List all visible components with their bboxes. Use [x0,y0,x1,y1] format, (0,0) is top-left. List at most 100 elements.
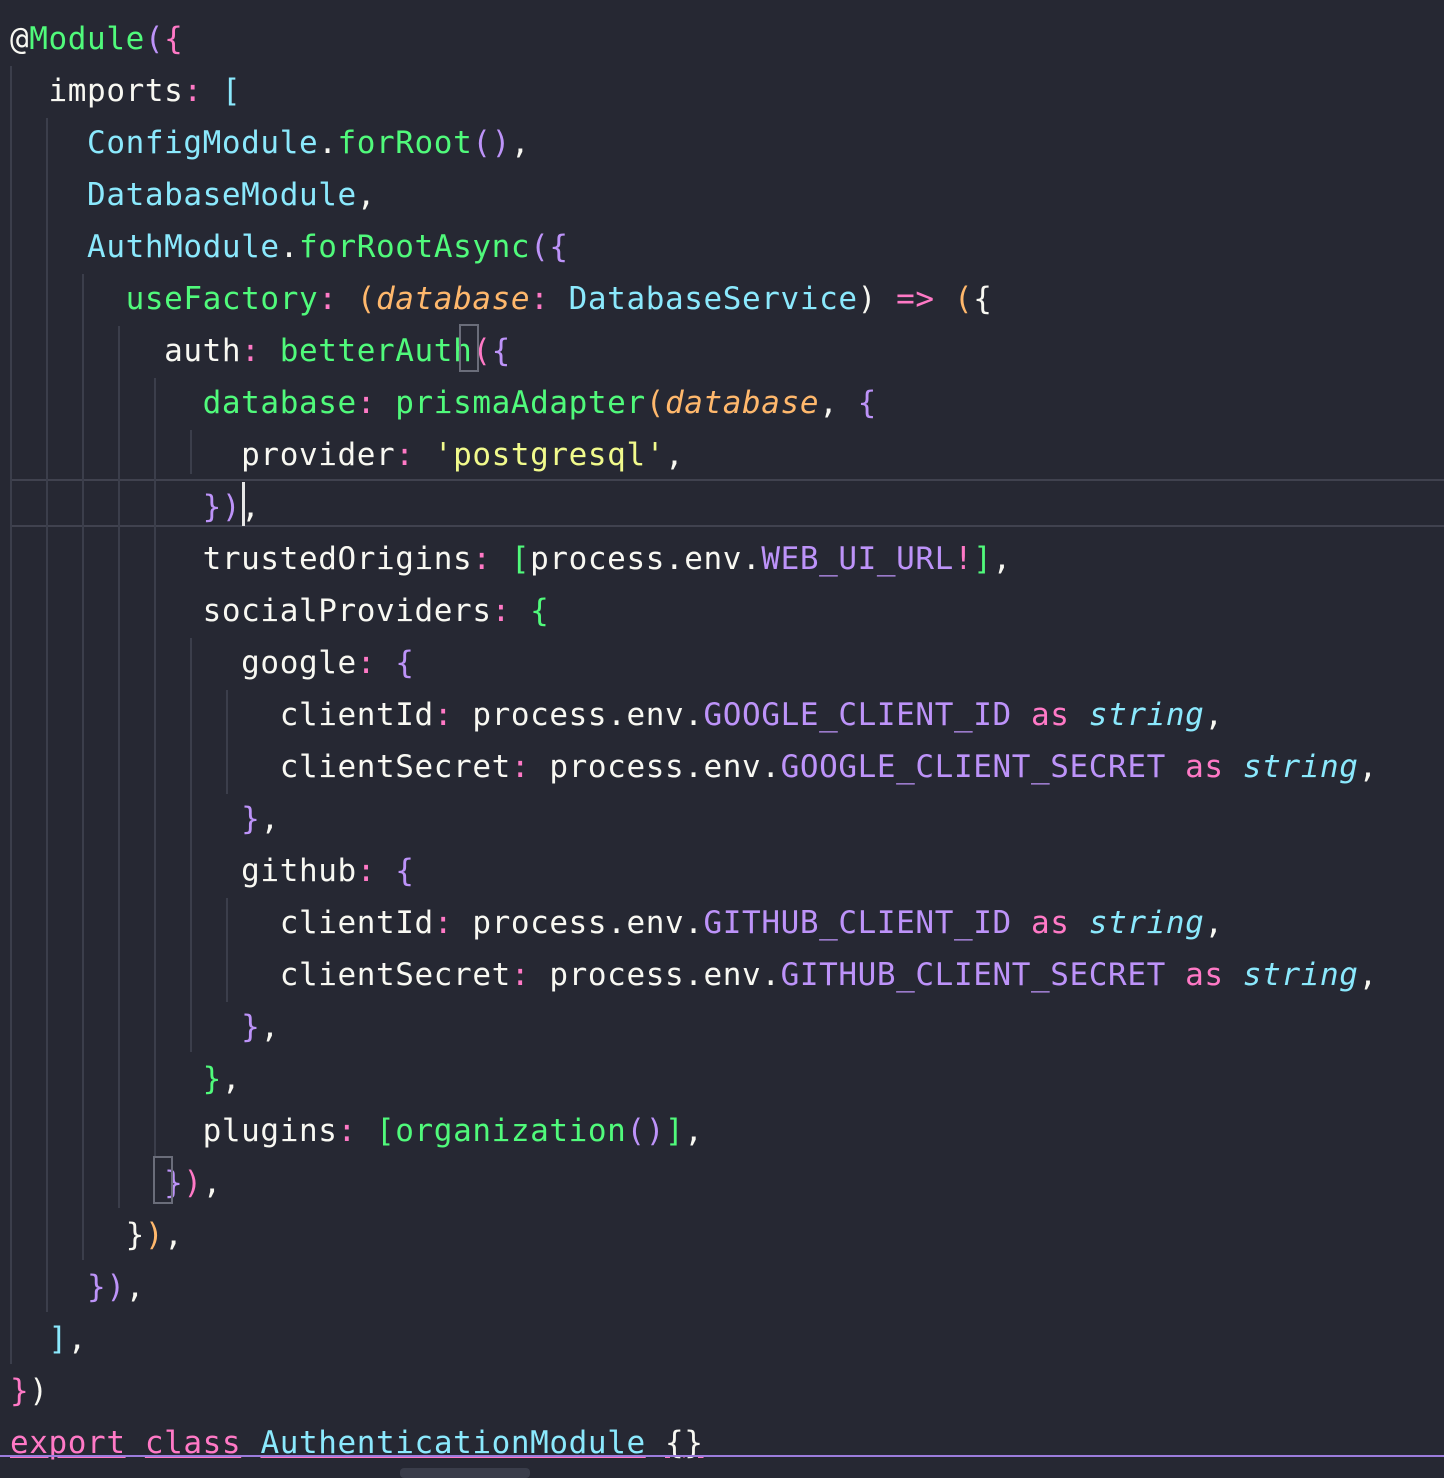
code-token: env [703,749,762,785]
code-line[interactable]: database: prismaAdapter(database, { [10,377,877,429]
code-token: , [684,1113,704,1149]
code-token: ! [953,541,974,577]
code-token: ( [144,21,165,57]
code-line[interactable]: }, [10,1053,241,1105]
code-token: auth [10,333,242,369]
code-line[interactable]: }), [10,481,260,533]
code-token: } [10,1217,145,1253]
code-token: 'postgresql' [433,437,665,473]
code-line[interactable]: ConfigModule.forRoot(), [10,117,530,169]
code-line[interactable]: export class AuthenticationModule {} [10,1417,704,1469]
code-token: { [395,645,415,681]
code-token: process [549,749,685,785]
code-line[interactable]: }), [10,1209,183,1261]
code-token: GOOGLE_CLIENT_SECRET [780,749,1166,785]
code-token: string [1242,749,1359,785]
code-token: string [1088,697,1205,733]
code-line[interactable]: google: { [10,637,415,689]
code-token: as [1031,697,1070,733]
code-token: Module [29,21,145,57]
code-token: . [684,905,704,941]
code-token: clientId [10,905,434,941]
code-line[interactable]: auth: betterAuth({ [10,325,511,377]
code-line[interactable]: trustedOrigins: [process.env.WEB_UI_URL!… [10,533,1012,585]
code-token: , [202,1165,222,1201]
code-token: . [318,125,338,161]
code-line[interactable]: ], [10,1313,87,1365]
code-token: forRoot [337,125,473,161]
code-token: betterAuth [279,333,473,369]
code-line[interactable]: }, [10,793,280,845]
code-line[interactable]: provider: 'postgresql', [10,429,684,481]
code-line[interactable]: clientSecret: process.env.GITHUB_CLIENT_… [10,949,1378,1001]
code-token: ( [645,385,665,421]
code-token: useFactory [10,281,319,317]
code-token: env [703,957,762,993]
code-token: () [472,125,511,161]
code-token: ] [10,1321,68,1357]
code-line[interactable]: socialProviders: { [10,585,549,637]
code-editor[interactable]: @Module({ imports: [ ConfigModule.forRoo… [0,0,1444,1478]
code-token: , [1204,905,1224,941]
code-line[interactable]: AuthModule.forRootAsync({ [10,221,569,273]
code-token: github [10,853,357,889]
code-token: , [1204,697,1224,733]
code-token: } [10,1009,261,1045]
code-line[interactable]: clientId: process.env.GOOGLE_CLIENT_ID a… [10,689,1224,741]
code-token: } [10,1061,222,1097]
code-token: clientSecret [10,749,511,785]
code-line[interactable]: plugins: [organization()], [10,1105,704,1157]
code-token: env [626,905,685,941]
code-token: : [356,853,377,889]
code-line[interactable]: clientSecret: process.env.GOOGLE_CLIENT_… [10,741,1378,793]
code-token: [ [510,541,531,577]
horizontal-scrollbar-thumb[interactable] [400,1468,530,1478]
code-token: . [684,697,704,733]
code-token: GITHUB_CLIENT_SECRET [780,957,1166,993]
code-token: as [1031,905,1070,941]
code-token: process [472,905,608,941]
code-token: : [530,281,550,317]
code-line[interactable]: }) [10,1365,49,1417]
code-token: , [260,801,280,837]
code-token: DatabaseService [568,281,858,317]
code-token: , [819,385,839,421]
code-line[interactable]: }, [10,1001,280,1053]
code-token: } [10,1373,30,1409]
code-token: , [664,437,685,473]
code-token: GOOGLE_CLIENT_ID [703,697,1012,733]
code-token: process [530,541,665,577]
code-line[interactable]: @Module({ [10,13,183,65]
code-token: ) [857,281,877,317]
code-token: GITHUB_CLIENT_ID [703,905,1012,941]
code-token: : [510,749,531,785]
code-token: . [279,229,299,265]
code-token: () [626,1113,665,1149]
code-token: ] [664,1113,685,1149]
code-token: { [530,593,550,629]
code-line[interactable]: }), [10,1261,145,1313]
code-token: : [337,1113,357,1149]
code-token: google [10,645,357,681]
code-line[interactable]: DatabaseModule, [10,169,376,221]
code-line[interactable]: useFactory: (database: DatabaseService) … [10,273,992,325]
code-line[interactable]: github: { [10,845,415,897]
code-token: => [896,281,935,317]
code-line[interactable]: clientId: process.env.GITHUB_CLIENT_ID a… [10,897,1224,949]
code-token: , [221,1061,242,1097]
code-line[interactable]: }), [10,1157,222,1209]
code-line[interactable]: imports: [ [10,65,241,117]
